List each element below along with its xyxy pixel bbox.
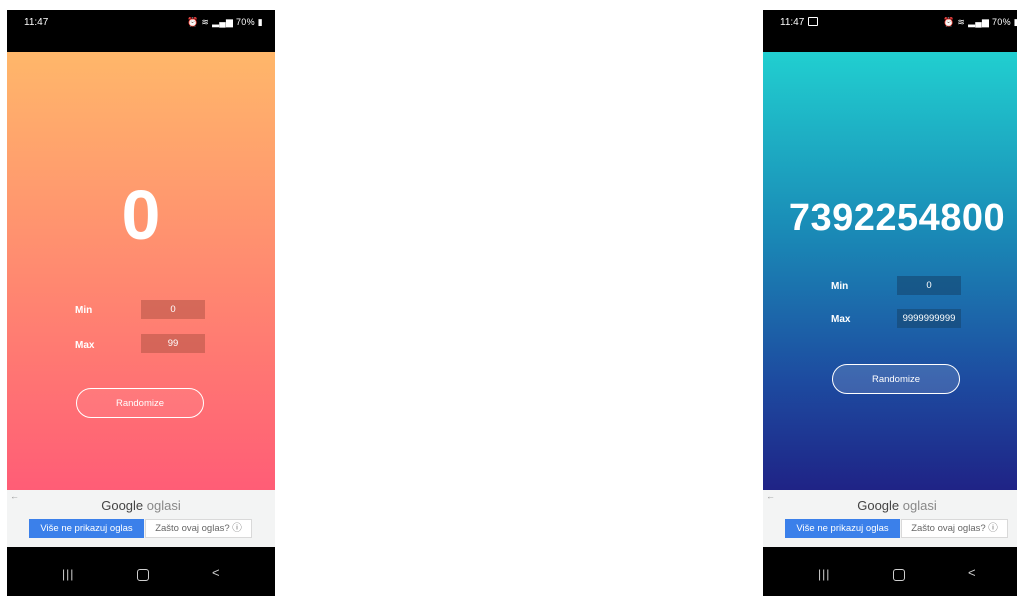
status-icons: ⏰ ≋ ▂▄▆ 70% ▮ xyxy=(943,17,1017,28)
ad-brand: Google oglasi xyxy=(763,498,1017,513)
signal-icon: ▂▄▆ xyxy=(968,17,990,27)
home-icon[interactable] xyxy=(137,569,149,581)
randomize-button[interactable]: Randomize xyxy=(76,388,204,418)
wifi-icon: ≋ xyxy=(201,17,210,27)
max-label: Max xyxy=(75,340,95,351)
ad-banner: ← Google oglasi Više ne prikazuj oglas Z… xyxy=(763,490,1017,547)
wifi-icon: ≋ xyxy=(957,17,966,27)
signal-icon: ▂▄▆ xyxy=(212,17,234,27)
max-input[interactable]: 9999999999 xyxy=(897,309,961,328)
phone-screen-left: 11:47 ⏰ ≋ ▂▄▆ 70% ▮ 0 Min 0 Max 99 Rando… xyxy=(7,10,275,596)
home-icon[interactable] xyxy=(893,569,905,581)
back-icon[interactable]: < xyxy=(212,565,220,580)
why-this-ad-button[interactable]: Zašto ovaj oglas? ⓘ xyxy=(145,519,252,538)
recents-icon[interactable]: ||| xyxy=(62,567,74,581)
status-bar: 11:47 ⏰ ≋ ▂▄▆ 70% ▮ xyxy=(7,10,275,52)
image-notification-icon xyxy=(808,17,819,26)
min-label: Min xyxy=(75,305,93,316)
stop-ad-button[interactable]: Više ne prikazuj oglas xyxy=(29,519,144,538)
random-result: 7392254800 xyxy=(788,197,1006,239)
status-time: 11:47 xyxy=(24,17,49,28)
ad-brand-name: Google xyxy=(857,498,900,513)
alarm-icon: ⏰ xyxy=(943,17,955,27)
ad-banner: ← Google oglasi Više ne prikazuj oglas Z… xyxy=(7,490,275,547)
navigation-bar: ||| < xyxy=(7,547,275,596)
min-input[interactable]: 0 xyxy=(141,300,205,319)
battery-percent: 70% xyxy=(992,17,1011,27)
phone-screen-right: 11:47 ⏰ ≋ ▂▄▆ 70% ▮ 7392254800 Min 0 Max… xyxy=(763,10,1017,596)
recents-icon[interactable]: ||| xyxy=(818,567,830,581)
ad-brand-suffix: oglasi xyxy=(902,498,937,513)
why-this-ad-button[interactable]: Zašto ovaj oglas? ⓘ xyxy=(901,519,1008,538)
ad-brand: Google oglasi xyxy=(7,498,275,513)
alarm-icon: ⏰ xyxy=(187,17,199,27)
back-icon[interactable]: < xyxy=(968,565,976,580)
min-input[interactable]: 0 xyxy=(897,276,961,295)
stop-ad-button[interactable]: Više ne prikazuj oglas xyxy=(785,519,900,538)
max-input[interactable]: 99 xyxy=(141,334,205,353)
ad-brand-suffix: oglasi xyxy=(146,498,181,513)
randomizer-app: 0 Min 0 Max 99 Randomize xyxy=(7,52,275,490)
battery-icon: ▮ xyxy=(257,17,263,27)
randomizer-app: 7392254800 Min 0 Max 9999999999 Randomiz… xyxy=(763,52,1017,490)
navigation-bar: ||| < xyxy=(763,547,1017,596)
status-icons: ⏰ ≋ ▂▄▆ 70% ▮ xyxy=(187,17,263,28)
ad-brand-name: Google xyxy=(101,498,144,513)
battery-percent: 70% xyxy=(236,17,255,27)
status-time: 11:47 xyxy=(780,17,819,28)
min-label: Min xyxy=(831,281,849,292)
random-result: 0 xyxy=(121,176,161,254)
randomize-button[interactable]: Randomize xyxy=(832,364,960,394)
max-label: Max xyxy=(831,314,851,325)
status-bar: 11:47 ⏰ ≋ ▂▄▆ 70% ▮ xyxy=(763,10,1017,52)
